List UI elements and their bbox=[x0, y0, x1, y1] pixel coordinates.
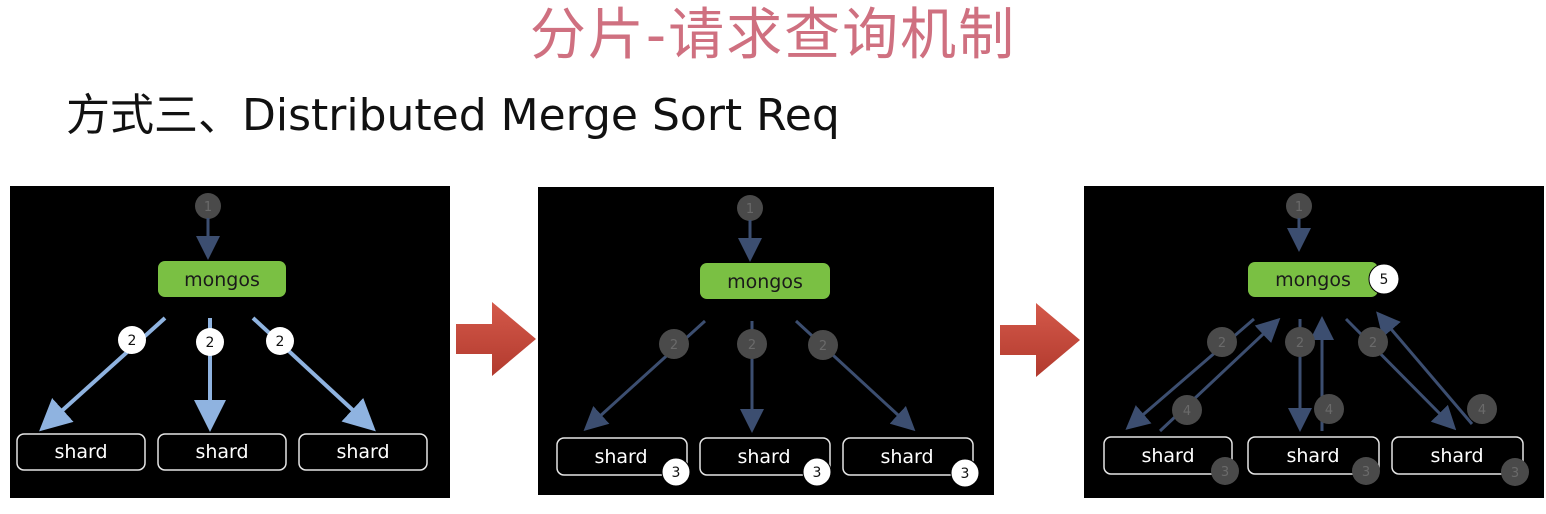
panel-2-diagram: 1 mongos 2 2 2 shard 3 shard 3 shard 3 bbox=[556, 195, 980, 488]
step2-label: 2 bbox=[206, 335, 215, 351]
step2-label: 2 bbox=[670, 338, 678, 353]
mongos-label: mongos bbox=[727, 271, 803, 293]
query-arrow-left bbox=[39, 316, 167, 432]
query-arrow-left bbox=[583, 319, 707, 432]
step3-label: 3 bbox=[813, 465, 822, 481]
step2-label: 2 bbox=[1369, 336, 1377, 351]
diagram-panel-3: 1 mongos 5 2 2 2 4 4 4 shard 3 shard 3 s… bbox=[1084, 186, 1544, 498]
mongos-label: mongos bbox=[184, 269, 260, 291]
shard-label: shard bbox=[880, 446, 933, 468]
step5-label: 5 bbox=[1380, 272, 1389, 288]
step1-label: 1 bbox=[204, 200, 212, 215]
panel-3-diagram: 1 mongos 5 2 2 2 4 4 4 shard 3 shard 3 s… bbox=[1103, 193, 1529, 486]
diagram-panel-1: 1 mongos 2 2 2 shard shard shard bbox=[10, 186, 450, 498]
step-arrow-icon bbox=[456, 302, 536, 376]
step3-label: 3 bbox=[1221, 465, 1229, 480]
page-subtitle: 方式三、Distributed Merge Sort Req bbox=[66, 90, 840, 141]
step3-label: 3 bbox=[672, 465, 681, 481]
step1-label: 1 bbox=[746, 202, 754, 217]
page-title: 分片-请求查询机制 bbox=[529, 3, 1017, 68]
step2-label: 2 bbox=[819, 339, 827, 354]
step4-label: 4 bbox=[1478, 403, 1486, 418]
step3-label: 3 bbox=[961, 466, 970, 482]
diagram-panel-2: 1 mongos 2 2 2 shard 3 shard 3 shard 3 bbox=[538, 187, 994, 495]
shard-label: shard bbox=[54, 441, 107, 463]
step3-label: 3 bbox=[1511, 466, 1519, 481]
step2-label: 2 bbox=[128, 333, 137, 349]
shard-label: shard bbox=[737, 446, 790, 468]
shard-label: shard bbox=[1430, 445, 1483, 467]
step-arrow-icon bbox=[1000, 303, 1080, 377]
step1-label: 1 bbox=[1295, 200, 1303, 215]
step4-label: 4 bbox=[1325, 403, 1333, 418]
step4-label: 4 bbox=[1183, 404, 1191, 419]
result-arrow-right bbox=[1376, 311, 1474, 425]
step2-label: 2 bbox=[1296, 336, 1304, 351]
step2-label: 2 bbox=[748, 338, 756, 353]
shard-label: shard bbox=[1141, 445, 1194, 467]
shard-label: shard bbox=[336, 441, 389, 463]
panel-1-diagram: 1 mongos 2 2 2 shard shard shard bbox=[16, 193, 428, 471]
shard-label: shard bbox=[594, 446, 647, 468]
shard-label: shard bbox=[1286, 445, 1339, 467]
step3-label: 3 bbox=[1362, 465, 1370, 480]
mongos-label: mongos bbox=[1275, 269, 1351, 291]
shard-label: shard bbox=[195, 441, 248, 463]
step2-label: 2 bbox=[276, 334, 285, 350]
step2-label: 2 bbox=[1218, 336, 1226, 351]
